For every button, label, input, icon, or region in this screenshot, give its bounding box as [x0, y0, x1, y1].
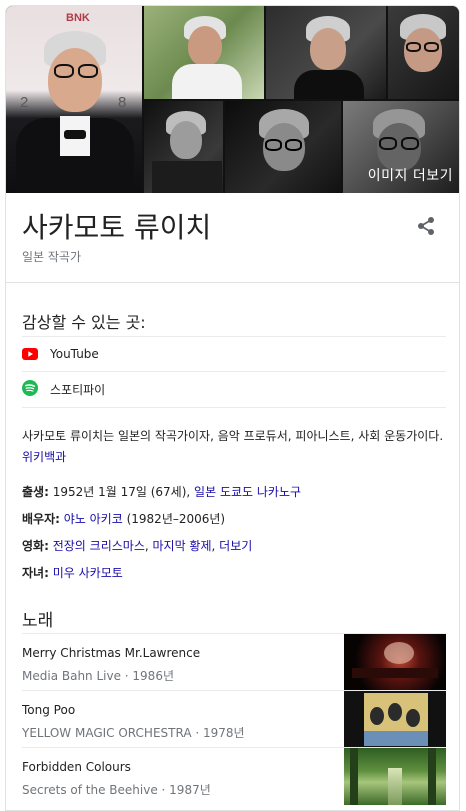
- fact-children: 자녀: 미우 사카모토: [22, 564, 123, 581]
- fact-label: 영화:: [22, 539, 49, 553]
- song-meta: YELLOW MAGIC ORCHESTRA · 1978년: [22, 726, 245, 740]
- films-more-link[interactable]: 더보기: [219, 539, 252, 553]
- fact-label: 출생:: [22, 485, 49, 499]
- entity-description: 사카모토 류이치는 일본의 작곡가이자, 음악 프로듀서, 피아니스트, 사회 …: [22, 426, 447, 468]
- listen-section-title: 감상할 수 있는 곳:: [22, 313, 146, 332]
- fact-label: 배우자:: [22, 512, 60, 526]
- description-text: 사카모토 류이치는 일본의 작곡가이자, 음악 프로듀서, 피아니스트, 사회 …: [22, 429, 444, 443]
- photo-4[interactable]: [388, 6, 459, 99]
- song-title: Merry Christmas Mr.Lawrence: [22, 646, 201, 660]
- wikipedia-link[interactable]: 위키백과: [22, 450, 66, 464]
- song-thumbnail: [344, 634, 446, 691]
- photo-backdrop-text: BNK: [66, 12, 90, 24]
- child-link[interactable]: 미우 사카모토: [53, 566, 123, 580]
- more-images-button[interactable]: 이미지 더보기: [343, 101, 459, 193]
- stream-link-youtube[interactable]: YouTube: [22, 336, 446, 372]
- fact-born: 출생: 1952년 1월 17일 (67세), 일본 도쿄도 나카노구: [22, 483, 301, 500]
- song-thumbnail: [344, 691, 446, 748]
- youtube-icon: [22, 345, 38, 364]
- song-thumbnail: [344, 748, 446, 805]
- song-row[interactable]: Tong Poo YELLOW MAGIC ORCHESTRA · 1978년: [22, 690, 446, 748]
- photo-backdrop-text: 2: [20, 94, 29, 111]
- fact-films: 영화: 전장의 크리스마스, 마지막 황제, 더보기: [22, 537, 252, 554]
- song-meta: Secrets of the Beehive · 1987년: [22, 783, 211, 797]
- page-title: 사카모토 류이치: [22, 211, 212, 244]
- song-row[interactable]: Merry Christmas Mr.Lawrence Media Bahn L…: [22, 633, 446, 691]
- stream-label: 스포티파이: [50, 383, 106, 397]
- photo-5[interactable]: [144, 101, 223, 193]
- film-link[interactable]: 전장의 크리스마스: [53, 539, 145, 553]
- fact-label: 자녀:: [22, 566, 49, 580]
- photo-main[interactable]: BNK 2 8: [6, 6, 142, 193]
- fact-value: (1982년–2006년): [126, 512, 226, 526]
- entity-subtitle: 일본 작곡가: [22, 250, 82, 264]
- photo-backdrop-text: 8: [118, 94, 127, 111]
- divider: [6, 282, 459, 283]
- song-meta: Media Bahn Live · 1986년: [22, 669, 174, 683]
- spotify-icon: [22, 379, 38, 400]
- photo-grid: BNK 2 8 이미지 더보기: [6, 6, 459, 193]
- fact-spouse: 배우자: 야노 아키코 (1982년–2006년): [22, 510, 225, 527]
- birthplace-link[interactable]: 일본 도쿄도 나카노구: [194, 485, 301, 499]
- song-title: Tong Poo: [22, 703, 76, 717]
- knowledge-panel: BNK 2 8 이미지 더보기 사카모토 류이치 일본 작곡가 감상할 수 있는…: [5, 5, 460, 811]
- photo-6[interactable]: [225, 101, 341, 193]
- fact-value: 1952년 1월 17일 (67세),: [52, 485, 191, 499]
- spouse-link[interactable]: 야노 아키코: [64, 512, 123, 526]
- list-separator: ,: [211, 539, 220, 553]
- song-title: Forbidden Colours: [22, 760, 131, 774]
- list-separator: ,: [144, 539, 153, 553]
- film-link[interactable]: 마지막 황제: [153, 539, 212, 553]
- more-images-label: 이미지 더보기: [367, 168, 453, 184]
- song-row[interactable]: Forbidden Colours Secrets of the Beehive…: [22, 747, 446, 805]
- photo-3[interactable]: [266, 6, 386, 99]
- stream-link-spotify[interactable]: 스포티파이: [22, 372, 446, 408]
- share-icon[interactable]: [415, 215, 437, 237]
- stream-label: YouTube: [50, 347, 99, 361]
- songs-section-title: 노래: [22, 611, 54, 631]
- photo-2[interactable]: [144, 6, 264, 99]
